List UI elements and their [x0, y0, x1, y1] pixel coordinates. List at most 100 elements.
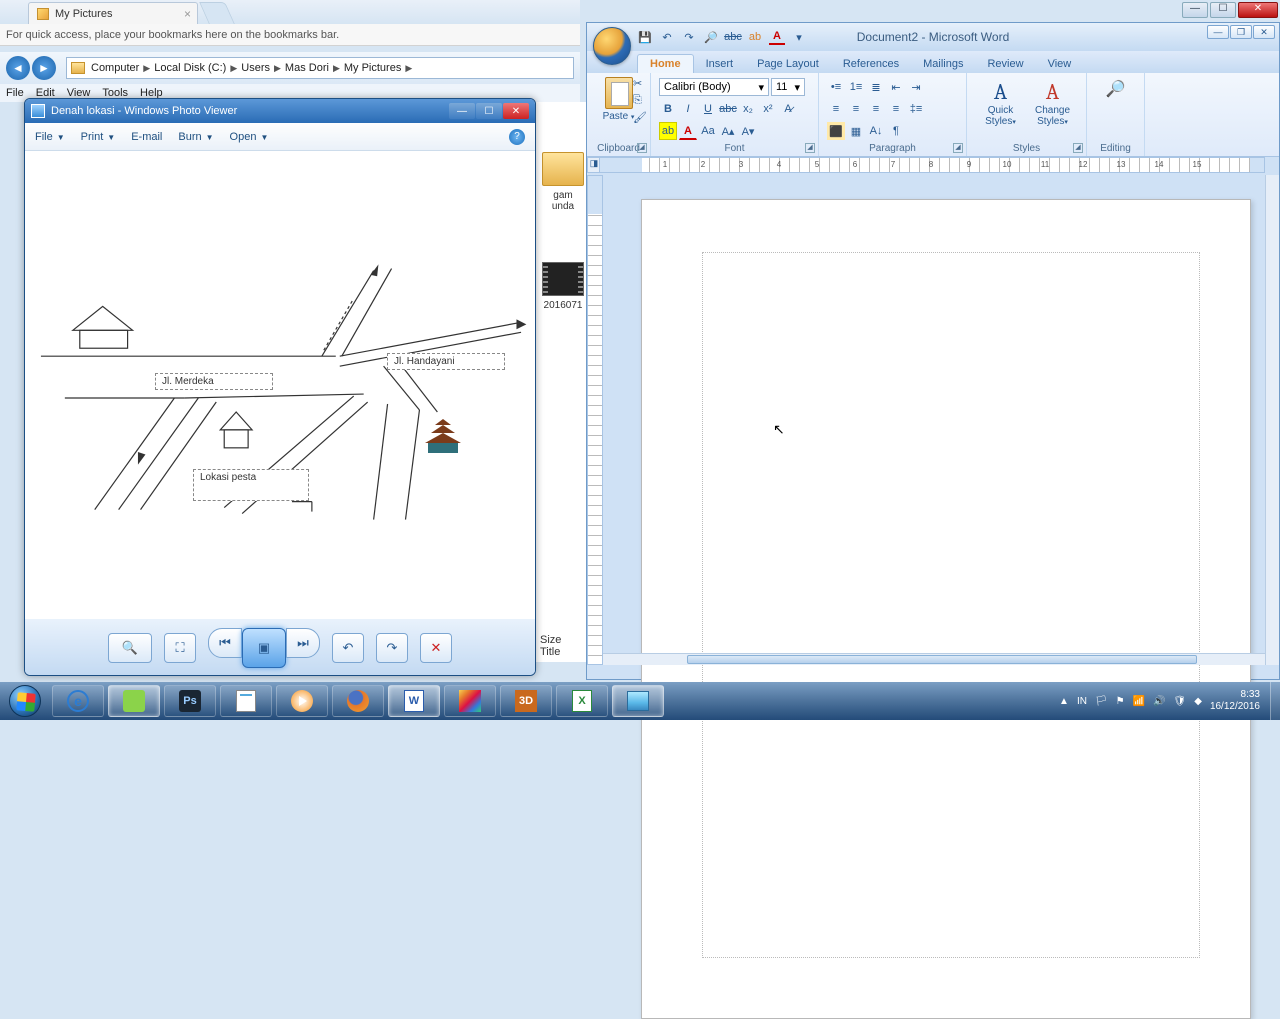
save-icon[interactable]: 💾 — [637, 29, 653, 45]
previous-button[interactable]: ⏮ — [208, 628, 242, 658]
start-button[interactable] — [0, 682, 50, 720]
bullets-button[interactable]: •≡ — [827, 78, 845, 96]
print-preview-icon[interactable]: 🔎 — [703, 29, 719, 45]
font-dialog-launcher[interactable]: ◢ — [805, 143, 815, 153]
nav-back-button[interactable]: ◄ — [6, 56, 30, 80]
taskbar-photo-viewer[interactable] — [612, 685, 664, 717]
show-marks-button[interactable]: ¶ — [887, 122, 905, 140]
align-right-button[interactable]: ≡ — [867, 100, 885, 118]
office-button[interactable] — [593, 27, 631, 65]
tray-app-icon[interactable]: ◆ — [1194, 696, 1202, 707]
word-titlebar[interactable]: 💾 ↶ ↷ 🔎 abc ab A ▾ Document2 - Microsoft… — [587, 23, 1279, 51]
tray-network-icon[interactable]: 📶 — [1133, 696, 1145, 707]
multilevel-list-button[interactable]: ≣ — [867, 78, 885, 96]
tab-references[interactable]: References — [831, 55, 911, 73]
font-color-icon[interactable]: A — [769, 29, 785, 45]
close-button[interactable]: ✕ — [1253, 25, 1275, 39]
slideshow-button[interactable]: ▣ — [242, 628, 286, 668]
nav-forward-button[interactable]: ► — [32, 56, 56, 80]
tray-action-center-icon[interactable]: ⚑ — [1116, 696, 1125, 707]
borders-button[interactable]: ▦ — [847, 122, 865, 140]
shrink-font-button[interactable]: A▾ — [739, 122, 757, 140]
taskbar-word[interactable]: W — [388, 685, 440, 717]
tab-view[interactable]: View — [1036, 55, 1084, 73]
grow-font-button[interactable]: A▴ — [719, 122, 737, 140]
menu-file[interactable]: File — [6, 87, 24, 99]
vertical-ruler[interactable] — [587, 175, 603, 665]
highlight-button[interactable]: ab — [659, 122, 677, 140]
font-name-combo[interactable]: Calibri (Body)▾ — [659, 78, 769, 96]
breadcrumb[interactable]: Computer▶ Local Disk (C:)▶ Users▶ Mas Do… — [66, 57, 574, 79]
taskbar-excel[interactable]: X — [556, 685, 608, 717]
minimize-button[interactable]: — — [449, 103, 475, 119]
tab-page-layout[interactable]: Page Layout — [745, 55, 831, 73]
clipboard-dialog-launcher[interactable]: ◢ — [637, 143, 647, 153]
tab-review[interactable]: Review — [975, 55, 1035, 73]
cut-icon[interactable]: ✂ — [633, 77, 647, 90]
decrease-indent-button[interactable]: ⇤ — [887, 78, 905, 96]
menu-burn[interactable]: Burn▼ — [178, 131, 213, 143]
taskbar-clock[interactable]: 8:33 16/12/2016 — [1210, 689, 1264, 713]
tab-insert[interactable]: Insert — [694, 55, 746, 73]
horizontal-scrollbar[interactable] — [603, 653, 1265, 665]
menu-file[interactable]: File▼ — [35, 131, 65, 143]
strikethrough-icon[interactable]: abc — [725, 29, 741, 45]
minimize-button[interactable]: — — [1182, 2, 1208, 18]
taskbar-media-player[interactable] — [276, 685, 328, 717]
justify-button[interactable]: ≡ — [887, 100, 905, 118]
maximize-button[interactable]: ☐ — [476, 103, 502, 119]
highlight-icon[interactable]: ab — [747, 29, 763, 45]
paragraph-dialog-launcher[interactable]: ◢ — [953, 143, 963, 153]
tray-volume-icon[interactable]: 🔊 — [1153, 696, 1165, 707]
tray-show-hidden-icon[interactable]: ▲ — [1059, 696, 1069, 707]
taskbar-clover[interactable] — [108, 685, 160, 717]
scrollbar-thumb[interactable] — [687, 655, 1197, 664]
help-icon[interactable]: ? — [509, 129, 525, 145]
zoom-button[interactable]: 🔍 — [108, 633, 152, 663]
show-desktop-button[interactable] — [1270, 682, 1280, 720]
delete-button[interactable]: ✕ — [420, 633, 452, 663]
menu-open[interactable]: Open▼ — [230, 131, 269, 143]
italic-button[interactable]: I — [679, 100, 697, 118]
minimize-button[interactable]: — — [1207, 25, 1229, 39]
restore-button[interactable]: ❐ — [1230, 25, 1252, 39]
strikethrough-button[interactable]: abc — [719, 100, 737, 118]
taskbar-firefox[interactable] — [332, 685, 384, 717]
photo-viewer-titlebar[interactable]: Denah lokasi - Windows Photo Viewer — ☐ … — [25, 99, 535, 123]
horizontal-ruler[interactable]: 123456789101112131415 — [599, 157, 1265, 173]
shading-button[interactable]: ⬛ — [827, 122, 845, 140]
superscript-button[interactable]: x² — [759, 100, 777, 118]
subscript-button[interactable]: x₂ — [739, 100, 757, 118]
taskbar-ie[interactable] — [52, 685, 104, 717]
menu-email[interactable]: E-mail — [131, 131, 162, 143]
tray-shield-icon[interactable]: 🛡 — [1174, 696, 1187, 707]
bold-button[interactable]: B — [659, 100, 677, 118]
redo-icon[interactable]: ↷ — [681, 29, 697, 45]
align-left-button[interactable]: ≡ — [827, 100, 845, 118]
clear-formatting-button[interactable]: A̷ — [779, 100, 797, 118]
undo-icon[interactable]: ↶ — [659, 29, 675, 45]
menu-print[interactable]: Print▼ — [81, 131, 116, 143]
rotate-left-button[interactable]: ↶ — [332, 633, 364, 663]
rotate-right-button[interactable]: ↷ — [376, 633, 408, 663]
font-size-combo[interactable]: 11▾ — [771, 78, 805, 96]
align-center-button[interactable]: ≡ — [847, 100, 865, 118]
new-tab-button[interactable] — [199, 2, 235, 24]
language-indicator[interactable]: IN — [1077, 696, 1087, 707]
folder-item[interactable]: gam unda — [540, 152, 586, 212]
tray-flag-icon[interactable]: 🏳 — [1095, 696, 1108, 707]
line-spacing-button[interactable]: ‡≡ — [907, 100, 925, 118]
next-button[interactable]: ⏭ — [286, 628, 320, 658]
underline-button[interactable]: U — [699, 100, 717, 118]
close-button[interactable]: ✕ — [503, 103, 529, 119]
tab-home[interactable]: Home — [637, 54, 694, 73]
styles-dialog-launcher[interactable]: ◢ — [1073, 143, 1083, 153]
increase-indent-button[interactable]: ⇥ — [907, 78, 925, 96]
taskbar-photoshop[interactable]: Ps — [164, 685, 216, 717]
format-painter-icon[interactable]: 🖌 — [633, 111, 647, 124]
document-page[interactable] — [641, 199, 1251, 1019]
sort-button[interactable]: A↓ — [867, 122, 885, 140]
close-tab-icon[interactable]: × — [184, 7, 191, 21]
vertical-scrollbar[interactable] — [1265, 175, 1279, 665]
video-item[interactable]: 2016071 — [540, 262, 586, 311]
